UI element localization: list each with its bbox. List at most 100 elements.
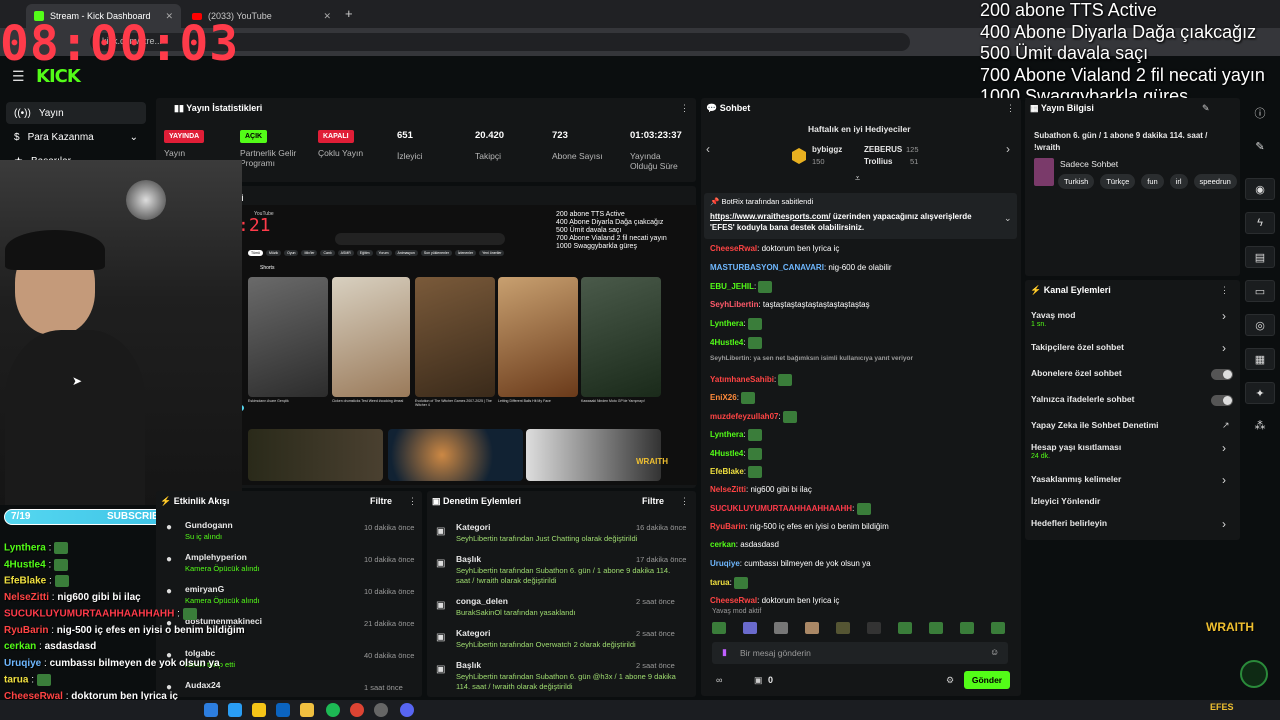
chevron-right-icon[interactable]: › xyxy=(1222,517,1226,531)
toggle-switch[interactable] xyxy=(1211,369,1233,380)
close-tab-icon[interactable]: ✕ xyxy=(323,11,331,22)
chat-username[interactable]: CheeseRwal xyxy=(710,596,757,605)
more-options-icon[interactable]: ⋮ xyxy=(1006,103,1015,114)
folder-icon[interactable] xyxy=(252,703,266,717)
tag[interactable]: irl xyxy=(1169,174,1188,189)
network-icon[interactable]: ⁂ xyxy=(1245,414,1275,436)
chip[interactable]: Son yüklenenler xyxy=(420,250,452,256)
channel-action-label[interactable]: Hedefleri belirleyin xyxy=(1031,518,1107,528)
document-icon[interactable]: ▤ xyxy=(1245,246,1275,268)
chat-username[interactable]: 4Hustle4 xyxy=(710,449,743,458)
chip[interactable]: Yorum xyxy=(375,250,392,256)
emote-icon[interactable] xyxy=(929,622,943,634)
chat-username[interactable]: EniX26 xyxy=(710,393,737,402)
discord-icon[interactable] xyxy=(400,703,414,717)
channel-action-label[interactable]: Yavaş mod xyxy=(1031,310,1075,320)
chevron-right-icon[interactable]: › xyxy=(1006,142,1010,156)
explorer-icon[interactable] xyxy=(300,703,314,717)
channel-action-label[interactable]: Yasaklanmış kelimeler xyxy=(1031,474,1121,484)
chat-username[interactable]: Lynthera xyxy=(710,319,744,328)
chat-input[interactable]: ▮ Bir mesaj gönderin ☺ xyxy=(712,642,1008,664)
layers-icon[interactable]: ▦ xyxy=(1245,348,1275,370)
mic-icon[interactable]: ▮ xyxy=(722,647,727,658)
chat-username[interactable]: tarua xyxy=(710,578,730,587)
activity-filter-button[interactable]: Filtre xyxy=(370,496,392,506)
info-icon[interactable]: ⓘ xyxy=(1245,102,1275,124)
gift-icon[interactable]: ▣ xyxy=(754,675,763,686)
chat-username[interactable]: CheeseRwal xyxy=(710,244,757,253)
chat-username[interactable]: Uruqiye xyxy=(710,559,740,568)
short-thumb[interactable] xyxy=(581,277,661,397)
channel-action-label[interactable]: Yalnızca ifadelerle sohbet xyxy=(1031,394,1134,404)
chevron-right-icon[interactable]: › xyxy=(1222,473,1226,487)
video-thumb[interactable] xyxy=(248,429,383,481)
short-thumb[interactable] xyxy=(248,277,328,397)
chat-username[interactable]: RyuBarin xyxy=(710,522,746,531)
mail-icon[interactable] xyxy=(276,703,290,717)
channel-action-label[interactable]: Abonelere özel sohbet xyxy=(1031,368,1122,378)
store-icon[interactable] xyxy=(228,703,242,717)
chip[interactable]: ASMR xyxy=(337,250,354,256)
chat-username[interactable]: EfeBlake xyxy=(710,467,744,476)
chat-username[interactable]: muzdefeyzullah07 xyxy=(710,412,778,421)
chevron-right-icon[interactable]: › xyxy=(1222,341,1226,355)
emote-icon[interactable] xyxy=(991,622,1005,634)
chevron-down-icon[interactable]: ⌄ xyxy=(1004,213,1012,224)
chip[interactable]: Mix'ler xyxy=(301,250,318,256)
pinned-link[interactable]: https://www.wraithesports.com/ xyxy=(710,212,831,221)
chat-username[interactable]: cerkan xyxy=(710,540,736,549)
chevron-right-icon[interactable]: › xyxy=(1222,309,1226,323)
expand-icon[interactable]: ⩡ xyxy=(855,173,860,184)
sidebar-item-yayin[interactable]: ((•)) Yayın xyxy=(6,102,146,124)
external-link-icon[interactable]: ↗ xyxy=(1222,420,1230,431)
send-button[interactable]: Gönder xyxy=(964,671,1010,689)
edit-icon[interactable]: ✎ xyxy=(1202,103,1210,114)
chat-username[interactable]: MASTURBASYON_CANAVARI xyxy=(710,263,824,272)
tag[interactable]: fun xyxy=(1141,174,1164,189)
chat-username[interactable]: SUCUKLUYUMURTAAHHAAHHAAHH xyxy=(710,504,852,513)
chip[interactable]: Oyun xyxy=(284,250,299,256)
moderation-filter-button[interactable]: Filtre xyxy=(642,496,664,506)
emoji-icon[interactable]: ☺ xyxy=(990,647,999,657)
chip[interactable]: Tümü xyxy=(248,250,263,256)
spotify-icon[interactable] xyxy=(326,703,340,717)
chat-username[interactable]: SeyhLibertin xyxy=(710,300,758,309)
chip[interactable]: Eğitim xyxy=(356,250,373,256)
channel-action-label[interactable]: Hesap yaşı kısıtlaması xyxy=(1031,442,1121,452)
video-thumb[interactable] xyxy=(526,429,661,481)
pencil-icon[interactable]: ✎ xyxy=(1245,135,1275,157)
obs-icon[interactable] xyxy=(374,703,388,717)
sidebar-item-para-kazanma[interactable]: $ Para Kazanma ⌄ xyxy=(6,126,146,148)
chrome-icon[interactable] xyxy=(350,703,364,717)
short-thumb[interactable] xyxy=(415,277,495,397)
chip[interactable]: Canlı xyxy=(320,250,335,256)
chat-username[interactable]: EBU_JEHIL xyxy=(710,282,754,291)
broadcast-icon[interactable]: ◎ xyxy=(1245,314,1275,336)
emote-icon[interactable] xyxy=(836,622,850,634)
more-options-icon[interactable]: ⋮ xyxy=(680,496,689,507)
chip[interactable]: Animasyon xyxy=(394,250,418,256)
tag[interactable]: Turkish xyxy=(1058,174,1095,189)
chat-username[interactable]: 4Hustle4 xyxy=(710,338,743,347)
new-tab-icon[interactable]: + xyxy=(345,6,353,21)
more-options-icon[interactable]: ⋮ xyxy=(1220,285,1229,296)
video-thumb[interactable] xyxy=(388,429,523,481)
chip[interactable]: Müzik xyxy=(265,250,282,256)
short-thumb[interactable] xyxy=(498,277,578,397)
chat-username[interactable]: SeyhLibertin: ya sen net bağımksın isiml… xyxy=(710,355,913,362)
camera-icon[interactable]: ◉ xyxy=(1245,178,1275,200)
lightning-icon[interactable]: ϟ xyxy=(1245,212,1275,234)
yt-search-input[interactable] xyxy=(335,233,505,245)
toggle-switch[interactable] xyxy=(1211,395,1233,406)
emote-icon[interactable] xyxy=(712,622,726,634)
channel-action-label[interactable]: Yapay Zeka ile Sohbet Denetimi xyxy=(1031,420,1159,430)
emote-icon[interactable] xyxy=(960,622,974,634)
edge-icon[interactable] xyxy=(204,703,218,717)
chip[interactable]: Yeni öneriler xyxy=(479,250,505,256)
emote-icon[interactable] xyxy=(805,622,819,634)
infinity-icon[interactable]: ∞ xyxy=(716,675,722,685)
chevron-left-icon[interactable]: ‹ xyxy=(706,142,710,156)
wrench-icon[interactable]: ✦ xyxy=(1245,382,1275,404)
emote-icon[interactable] xyxy=(743,622,757,634)
more-options-icon[interactable]: ⋮ xyxy=(680,103,689,114)
